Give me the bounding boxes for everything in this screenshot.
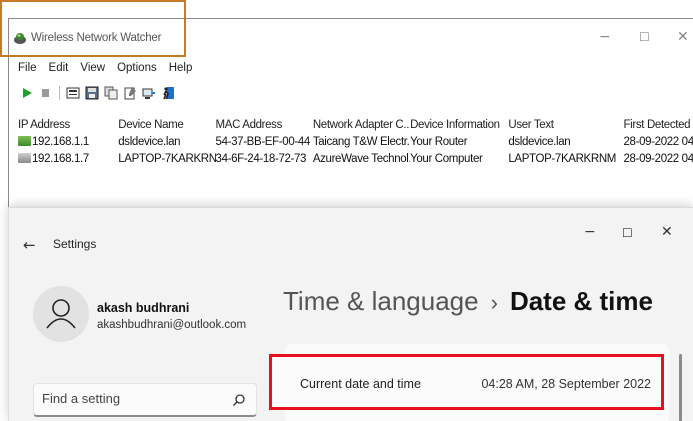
adapter-cell: AzureWave Technol...: [312, 152, 411, 165]
settings-window: ← Settings − ☐ ✕ akash budhrani akashbud…: [8, 207, 693, 421]
user-text-cell: dsldevice.lan: [508, 135, 571, 148]
device-info-cell: Your Computer: [410, 152, 483, 165]
stop-icon[interactable]: [39, 86, 53, 100]
adapter-cell: Taicang T&W Electr...: [312, 135, 411, 148]
device-table: IP Address Device Name MAC Address Netwo…: [18, 116, 693, 167]
app-icon: [14, 33, 26, 44]
column-header[interactable]: IP Address: [18, 119, 118, 131]
first-detected-cell: 28-09-2022 04: [623, 152, 693, 165]
menu-edit[interactable]: Edit: [49, 62, 69, 78]
user-email: akashbudhrani@outlook.com: [97, 319, 247, 331]
computer-icon: [18, 152, 31, 163]
close-button[interactable]: ✕: [677, 29, 689, 45]
user-text-cell: LAPTOP-7KARKRNM: [508, 152, 617, 165]
minimize-button[interactable]: −: [584, 224, 596, 240]
breadcrumb-current: Date & time: [509, 286, 653, 316]
exit-icon[interactable]: [161, 86, 175, 100]
ip-cell: 192.168.1.7: [18, 152, 118, 165]
avatar[interactable]: [33, 286, 89, 342]
window-title: Wireless Network Watcher: [31, 32, 162, 44]
scrollbar[interactable]: [679, 354, 682, 421]
table-row[interactable]: 192.168.1.1 dsldevice.lan 54-37-BB-EF-00…: [18, 133, 693, 150]
page-title: Time & language › Date & time: [283, 286, 653, 317]
table-header: IP Address Device Name MAC Address Netwo…: [18, 116, 693, 133]
ip-cell: 192.168.1.1: [18, 135, 118, 148]
toolbar: [20, 84, 180, 102]
play-icon[interactable]: [20, 86, 34, 100]
current-date-time-value: 04:28 AM, 28 September 2022: [481, 377, 651, 391]
menu-help[interactable]: Help: [169, 62, 193, 78]
mac-cell: 54-37-BB-EF-00-44: [215, 135, 311, 148]
html-report-icon[interactable]: [66, 86, 80, 100]
column-header[interactable]: MAC Address: [216, 119, 313, 131]
toolbar-separator: [59, 86, 60, 100]
maximize-button[interactable]: ☐: [639, 30, 650, 44]
column-header[interactable]: Device Name: [118, 119, 215, 131]
search-box[interactable]: [33, 383, 257, 417]
minimize-button[interactable]: −: [599, 29, 611, 45]
column-header[interactable]: Device Information: [410, 119, 508, 131]
network-adapter-icon[interactable]: [142, 86, 156, 100]
menu-view[interactable]: View: [80, 62, 105, 78]
column-header[interactable]: User Text: [508, 119, 623, 131]
save-icon[interactable]: [85, 86, 99, 100]
menu-file[interactable]: File: [18, 62, 37, 78]
mac-cell: 34-6F-24-18-72-73: [215, 152, 307, 165]
search-input[interactable]: [42, 391, 222, 406]
current-date-time-row: Current date and time 04:28 AM, 28 Septe…: [269, 354, 664, 410]
user-icon: [46, 299, 76, 329]
device-info-cell: Your Router: [410, 135, 468, 148]
menu-options[interactable]: Options: [117, 62, 157, 78]
first-detected-cell: 28-09-2022 04: [623, 135, 693, 148]
breadcrumb-parent[interactable]: Time & language: [283, 286, 479, 316]
close-button[interactable]: ✕: [661, 224, 673, 240]
ip-value: 192.168.1.7: [32, 152, 89, 165]
current-date-time-label: Current date and time: [300, 377, 421, 391]
back-button[interactable]: ←: [23, 236, 36, 254]
column-header[interactable]: Network Adapter C...: [313, 119, 410, 131]
column-header[interactable]: First Detected: [624, 119, 693, 131]
settings-title: Settings: [53, 237, 97, 251]
ip-value: 192.168.1.1: [32, 135, 89, 148]
device-name-cell: dsldevice.lan: [118, 135, 181, 148]
search-icon[interactable]: [232, 393, 246, 407]
breadcrumb-chevron-icon: ›: [490, 290, 498, 315]
router-icon: [18, 135, 31, 146]
menu-bar: File Edit View Options Help: [18, 62, 204, 78]
device-name-cell: LAPTOP-7KARKRNM: [118, 152, 216, 165]
maximize-button[interactable]: ☐: [622, 226, 633, 240]
table-row[interactable]: 192.168.1.7 LAPTOP-7KARKRNM 34-6F-24-18-…: [18, 150, 693, 167]
title-bar[interactable]: Wireless Network Watcher − ☐ ✕: [9, 19, 693, 59]
copy-icon[interactable]: [104, 86, 118, 100]
properties-icon[interactable]: [123, 86, 137, 100]
user-name: akash budhrani: [97, 301, 190, 315]
